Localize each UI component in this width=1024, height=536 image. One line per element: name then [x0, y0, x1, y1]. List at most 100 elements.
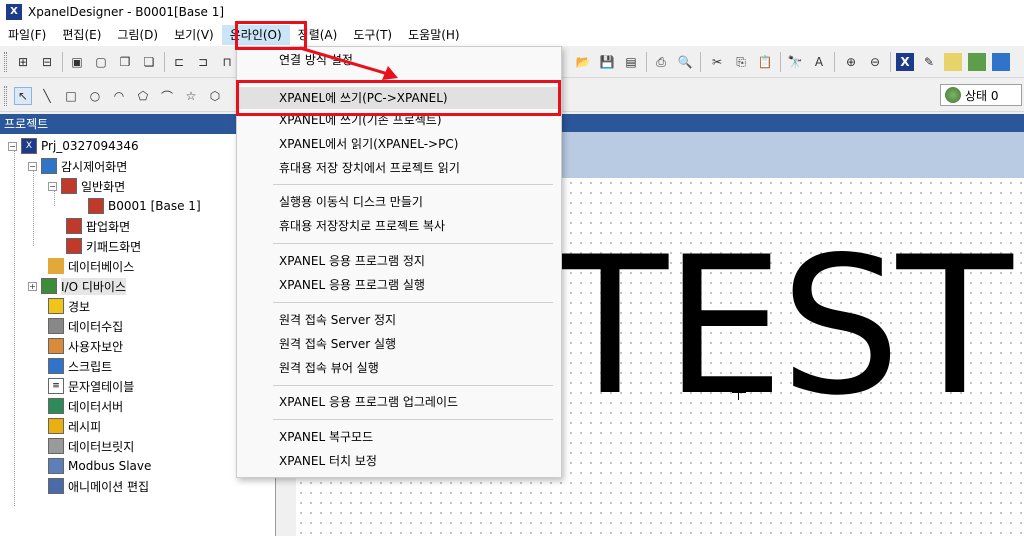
menu-run-application[interactable]: XPANEL 응용 프로그램 실행 [237, 274, 561, 296]
user-security-icon [48, 338, 64, 354]
io-device-icon [41, 278, 57, 294]
toolbar-grip[interactable] [4, 86, 7, 106]
menu-help[interactable]: 도움말(H) [400, 25, 468, 45]
title-bar: X XpanelDesigner - B0001[Base 1] [0, 0, 1024, 24]
status-label: 상태 0 [965, 88, 999, 103]
align-left-icon[interactable]: ⊏ [170, 53, 188, 71]
menu-copy-to-portable-storage[interactable]: 휴대용 저장장치로 프로젝트 복사 [237, 215, 561, 237]
tree-item-project[interactable]: − X Prj_0327094346 [8, 136, 139, 156]
send-back-icon[interactable]: ▢ [92, 53, 110, 71]
project-icon: X [21, 138, 37, 154]
freeform-tool-icon[interactable]: ⌒ [158, 87, 176, 105]
tree-item-popup-screens[interactable]: 팝업화면 [66, 216, 130, 236]
expand-icon[interactable]: + [28, 281, 37, 291]
polygon-tool-icon[interactable]: ⬠ [134, 87, 152, 105]
annotation-box-online-menu [235, 21, 307, 50]
app-logo-icon: X [6, 4, 22, 20]
zoom-out-icon[interactable]: ⊖ [866, 53, 884, 71]
collapse-icon[interactable]: − [48, 181, 57, 191]
select-pointer-icon[interactable]: ↖ [14, 87, 32, 105]
tree-item-database[interactable]: 데이터베이스 [48, 256, 134, 276]
menu-draw[interactable]: 그림(D) [109, 25, 166, 45]
menu-make-removable-disk[interactable]: 실행용 이동식 디스크 만들기 [237, 191, 561, 213]
tree-item-keypad-screens[interactable]: 키패드화면 [66, 236, 141, 256]
menu-tools[interactable]: 도구(T) [345, 25, 400, 45]
pencil-icon[interactable]: ✎ [920, 53, 938, 71]
align-center-icon[interactable]: ⊐ [194, 53, 212, 71]
replace-icon[interactable]: A [810, 53, 828, 71]
tree-item-string-table[interactable]: ≡ 문자열테이블 [48, 376, 134, 396]
menu-upgrade-application[interactable]: XPANEL 응용 프로그램 업그레이드 [237, 391, 561, 413]
xpanel-icon[interactable]: X [896, 53, 914, 71]
zoom-in-icon[interactable]: ⊕ [842, 53, 860, 71]
arc-tool-icon[interactable]: ◠ [110, 87, 128, 105]
backward-icon[interactable]: ❏ [140, 53, 158, 71]
menu-bar: 파일(F) 편집(E) 그림(D) 보기(V) 온라인(O) 정렬(A) 도구(… [0, 24, 1024, 46]
star-tool-icon[interactable]: ☆ [182, 87, 200, 105]
status-dropdown[interactable]: 상태 0 [940, 84, 1022, 106]
menu-stop-application[interactable]: XPANEL 응용 프로그램 정지 [237, 250, 561, 272]
crosshair-cursor-icon [732, 386, 746, 400]
alarm-icon [48, 298, 64, 314]
tree-item-modbus-slave[interactable]: Modbus Slave [48, 456, 151, 476]
save-icon[interactable]: 💾 [598, 53, 616, 71]
tree-item-alarm[interactable]: 경보 [48, 296, 90, 316]
print-icon[interactable]: ⎙ [652, 53, 670, 71]
ellipse-tool-icon[interactable]: ○ [86, 87, 104, 105]
cut-icon[interactable]: ✂ [708, 53, 726, 71]
collapse-icon[interactable]: − [28, 161, 37, 171]
screen-icon [88, 198, 104, 214]
tree-item-data-server[interactable]: 데이터서버 [48, 396, 123, 416]
script-icon [48, 358, 64, 374]
screen-icon[interactable] [944, 53, 962, 71]
screen-folder-icon [61, 178, 77, 194]
tree-item-monitor-screens[interactable]: − 감시제어화면 [28, 156, 127, 176]
menu-recovery-mode[interactable]: XPANEL 복구모드 [237, 426, 561, 448]
open-icon[interactable]: 📂 [574, 53, 592, 71]
menu-file[interactable]: 파일(F) [0, 25, 54, 45]
print-preview-icon[interactable]: 🔍 [676, 53, 694, 71]
animation-icon [48, 478, 64, 494]
chart-icon[interactable] [968, 53, 986, 71]
ungroup-icon[interactable]: ⊟ [38, 53, 56, 71]
collapse-icon[interactable]: − [8, 141, 17, 151]
menu-stop-remote-server[interactable]: 원격 접속 Server 정지 [237, 309, 561, 331]
project-panel: 프로젝트 ▼ ✕ − X Prj_0327094346 − 감시제어화면 − 일… [0, 114, 276, 536]
toolbar-grip[interactable] [4, 52, 7, 72]
forward-icon[interactable]: ❐ [116, 53, 134, 71]
tree-item-animation-edit[interactable]: 애니메이션 편집 [48, 476, 149, 496]
group-icon[interactable]: ⊞ [14, 53, 32, 71]
menu-edit[interactable]: 편집(E) [54, 25, 109, 45]
tree-item-data-bridge[interactable]: 데이터브릿지 [48, 436, 134, 456]
save-all-icon[interactable]: ▤ [622, 53, 640, 71]
line-tool-icon[interactable]: ╲ [38, 87, 56, 105]
find-icon[interactable]: 🔭 [786, 53, 804, 71]
menu-run-remote-server[interactable]: 원격 접속 Server 실행 [237, 333, 561, 355]
monitor-icon [41, 158, 57, 174]
menu-read-portable-storage[interactable]: 휴대용 저장 장치에서 프로젝트 읽기 [237, 157, 561, 179]
copy-icon[interactable]: ⎘ [732, 53, 750, 71]
align-right-icon[interactable]: ⊓ [218, 53, 236, 71]
menu-read-from-xpanel[interactable]: XPANEL에서 읽기(XPANEL->PC) [237, 133, 561, 155]
display-icon[interactable] [992, 53, 1010, 71]
tree-item-recipe[interactable]: 레시피 [48, 416, 101, 436]
tree-item-data-collection[interactable]: 데이터수집 [48, 316, 123, 336]
menu-touch-calibration[interactable]: XPANEL 터치 보정 [237, 450, 561, 472]
tree-item-b0001[interactable]: B0001 [Base 1] [88, 196, 201, 216]
string-table-icon: ≡ [48, 378, 64, 394]
keypad-screen-icon [66, 238, 82, 254]
data-collect-icon [48, 318, 64, 334]
canvas-text-object[interactable]: TEST [552, 232, 1013, 422]
shape-tool-icon[interactable]: ⬡ [206, 87, 224, 105]
tree-item-general-screens[interactable]: − 일반화면 [48, 176, 125, 196]
modbus-icon [48, 458, 64, 474]
paste-icon[interactable]: 📋 [756, 53, 774, 71]
tree-item-io-devices[interactable]: + I/O 디바이스 [28, 276, 127, 296]
tree-item-user-security[interactable]: 사용자보안 [48, 336, 123, 356]
menu-view[interactable]: 보기(V) [166, 25, 222, 45]
menu-run-remote-viewer[interactable]: 원격 접속 뷰어 실행 [237, 357, 561, 379]
tree-item-script[interactable]: 스크립트 [48, 356, 112, 376]
bring-front-icon[interactable]: ▣ [68, 53, 86, 71]
layers-icon [945, 87, 961, 103]
rectangle-tool-icon[interactable]: □ [62, 87, 80, 105]
